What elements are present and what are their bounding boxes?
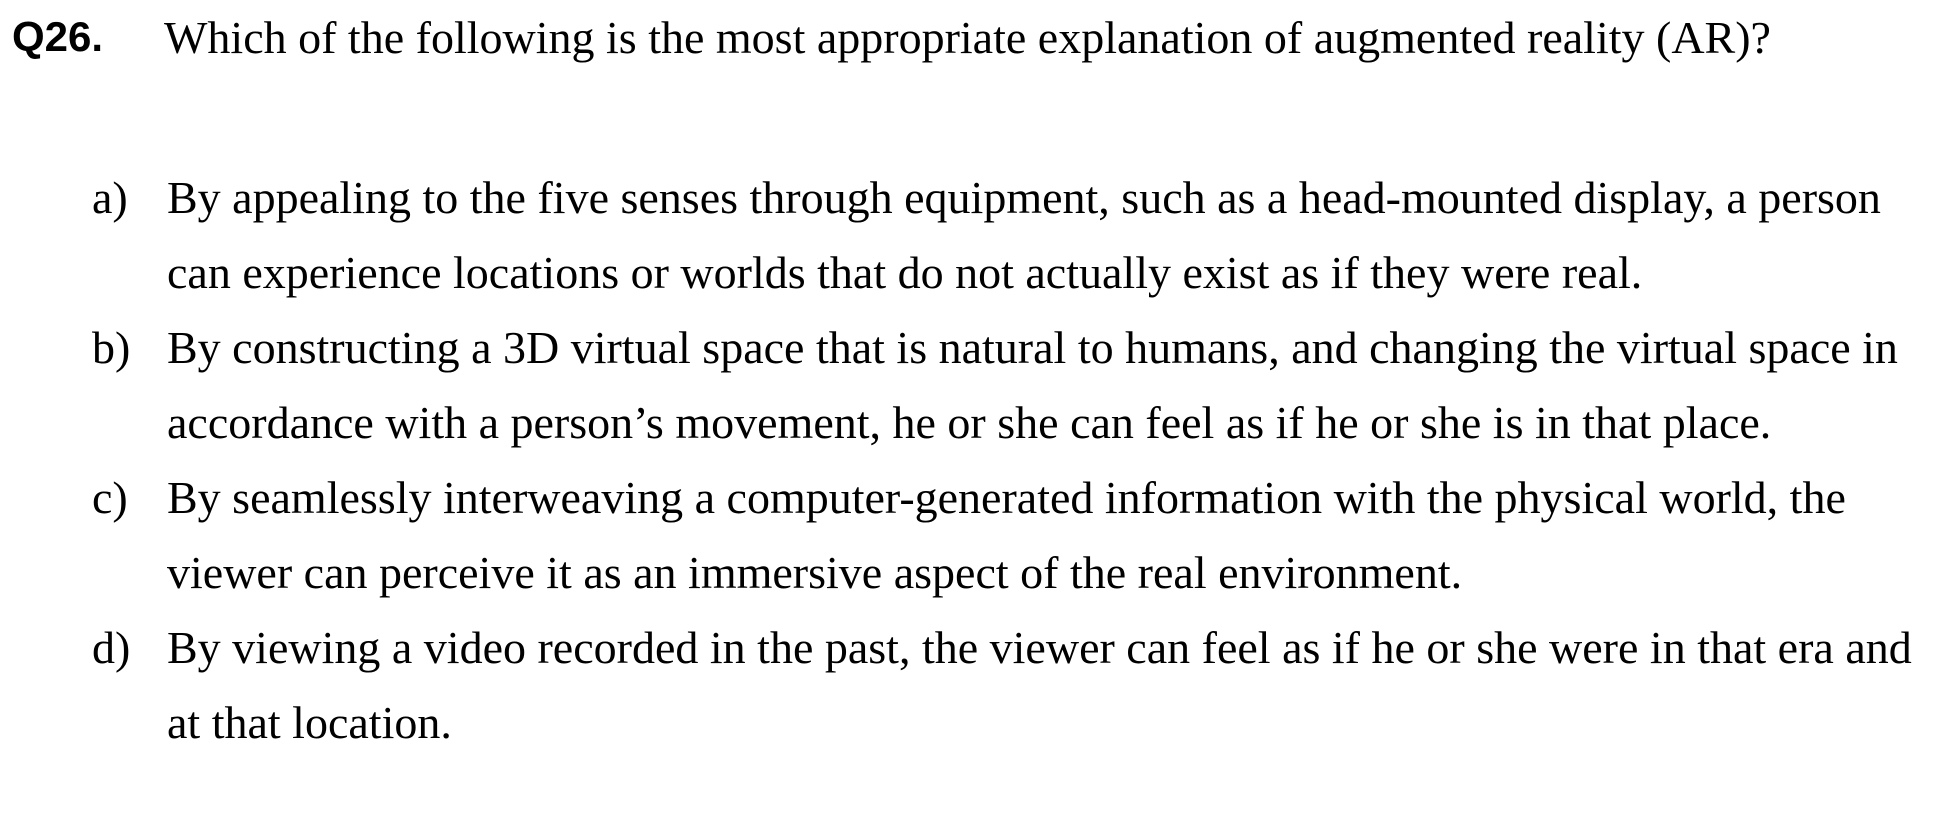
option-b-text: By constructing a 3D virtual space that …	[167, 322, 1898, 448]
option-c-text: By seamlessly interweaving a computer-ge…	[167, 472, 1846, 598]
option-d-letter: d)	[92, 622, 131, 673]
option-a-text: By appealing to the five senses through …	[167, 172, 1881, 298]
answer-options: a) By appealing to the five senses throu…	[0, 160, 1933, 760]
option-b: b) By constructing a 3D virtual space th…	[0, 310, 1933, 460]
option-c-letter: c)	[92, 472, 128, 523]
option-c: c) By seamlessly interweaving a computer…	[0, 460, 1933, 610]
option-a: a) By appealing to the five senses throu…	[0, 160, 1933, 310]
option-d-text: By viewing a video recorded in the past,…	[167, 622, 1912, 748]
option-d: d) By viewing a video recorded in the pa…	[0, 610, 1933, 760]
question-number: Q26.	[12, 13, 104, 60]
option-b-letter: b)	[92, 322, 131, 373]
question-block: Q26. Which of the following is the most …	[0, 0, 1933, 823]
question-stem: Which of the following is the most appro…	[164, 12, 1771, 63]
option-a-letter: a)	[92, 172, 128, 223]
